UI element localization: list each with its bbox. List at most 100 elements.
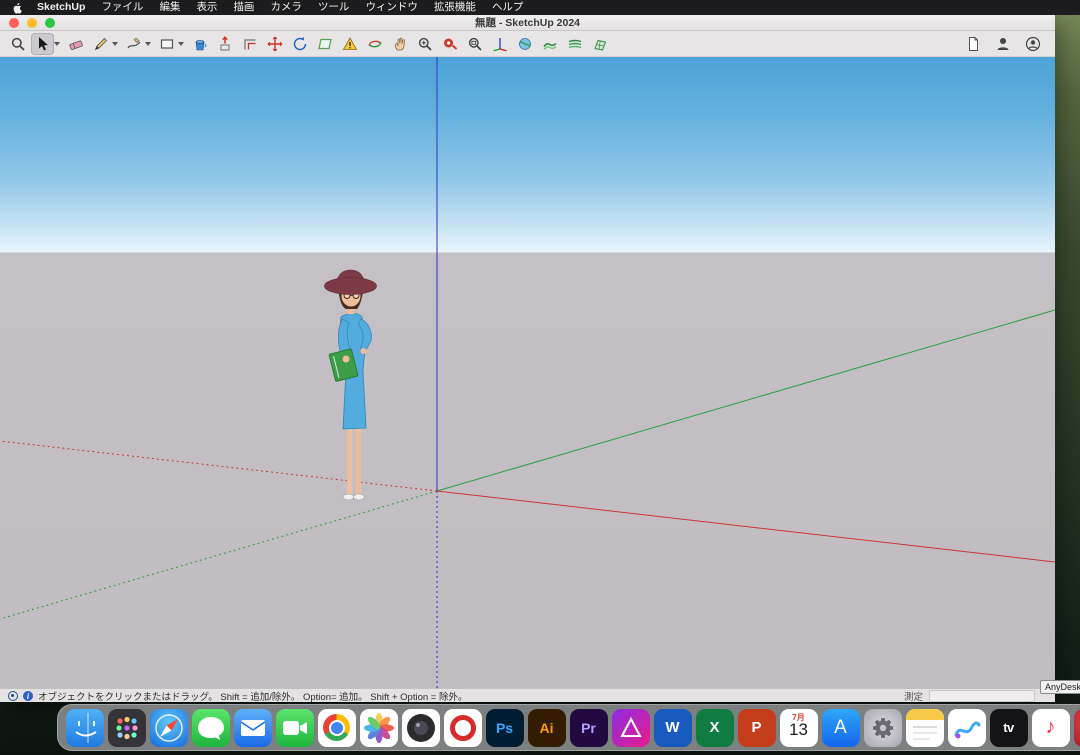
select-tool[interactable] xyxy=(31,33,54,55)
dock-item-illustrator[interactable]: Ai xyxy=(526,707,567,748)
dock-item-calendar[interactable]: 7月13 xyxy=(778,707,819,748)
illustrator-icon: Ai xyxy=(528,709,566,747)
dock-item-photos[interactable] xyxy=(358,707,399,748)
dock-item-red-app[interactable]: 1 xyxy=(1072,707,1080,748)
word-icon: W xyxy=(654,709,692,747)
viewport-3d[interactable] xyxy=(0,57,1055,688)
cursor-arrow-icon xyxy=(35,36,51,52)
dock-item-mail[interactable] xyxy=(232,707,273,748)
paint-bucket-tool[interactable] xyxy=(188,33,211,55)
dock-item-notes[interactable] xyxy=(904,707,945,748)
axes-icon xyxy=(492,36,508,52)
dock-item-photoshop[interactable]: Ps xyxy=(484,707,525,748)
measurement-area: 測定 xyxy=(904,689,1047,703)
dock-item-red-ring-app[interactable] xyxy=(442,707,483,748)
pencil-icon xyxy=(93,36,109,52)
powerpoint-icon: P xyxy=(738,709,776,747)
chevron-down-icon[interactable] xyxy=(178,42,184,46)
dock-item-word[interactable]: W xyxy=(652,707,693,748)
person-component[interactable] xyxy=(316,265,394,505)
menu-item-camera[interactable]: カメラ xyxy=(270,0,302,15)
menu-item-tools[interactable]: ツール xyxy=(318,0,350,15)
apple-menu-icon[interactable] xyxy=(12,2,23,14)
dock-item-powerpoint[interactable]: P xyxy=(736,707,777,748)
dock-item-apple-tv[interactable]: tv xyxy=(988,707,1029,748)
account-button[interactable] xyxy=(1023,33,1043,55)
affinity-triangle-icon xyxy=(612,709,650,747)
paint-bucket-icon xyxy=(192,36,208,52)
geolocation-icon[interactable] xyxy=(8,691,18,701)
dock-item-chrome[interactable] xyxy=(316,707,357,748)
eraser-tool[interactable] xyxy=(64,33,87,55)
move-tool[interactable] xyxy=(263,33,286,55)
line-tool[interactable] xyxy=(89,33,112,55)
sandbox-scratch-tool[interactable] xyxy=(588,33,611,55)
orbit-tool[interactable] xyxy=(363,33,386,55)
zoom-window-tool[interactable] xyxy=(463,33,486,55)
add-location-tool[interactable] xyxy=(513,33,536,55)
menu-item-edit[interactable]: 編集 xyxy=(159,0,180,15)
dock-item-app-store[interactable]: A xyxy=(820,707,861,748)
zoom-button[interactable] xyxy=(45,18,55,28)
rotate-tool[interactable] xyxy=(288,33,311,55)
window-titlebar[interactable]: 無題 - SketchUp 2024 xyxy=(0,15,1055,31)
menu-item-draw[interactable]: 描画 xyxy=(233,0,254,15)
dock-item-camera-utility[interactable] xyxy=(400,707,441,748)
dock-item-facetime[interactable] xyxy=(274,707,315,748)
drawing-axes xyxy=(0,57,1055,688)
dock-item-settings[interactable] xyxy=(862,707,903,748)
safari-compass-icon xyxy=(150,709,188,747)
warning-tool[interactable] xyxy=(338,33,361,55)
menu-item-view[interactable]: 表示 xyxy=(196,0,217,15)
shapes-tool[interactable] xyxy=(155,33,178,55)
tape-measure-tool[interactable] xyxy=(438,33,461,55)
notes-icon xyxy=(906,709,944,747)
axes-tool[interactable] xyxy=(488,33,511,55)
menu-item-file[interactable]: ファイル xyxy=(101,0,143,15)
dock-item-excel[interactable]: X xyxy=(694,707,735,748)
select-tool-group xyxy=(31,33,62,55)
menu-item-extensions[interactable]: 拡張機能 xyxy=(434,0,476,15)
pan-tool[interactable] xyxy=(388,33,411,55)
dock-item-premiere[interactable]: Pr xyxy=(568,707,609,748)
push-pull-tool[interactable] xyxy=(213,33,236,55)
zoom-tool[interactable] xyxy=(413,33,436,55)
sign-in-button[interactable] xyxy=(993,33,1013,55)
dock-item-launchpad[interactable] xyxy=(106,707,147,748)
dock-item-finder[interactable] xyxy=(64,707,105,748)
sandbox-smoove-tool[interactable] xyxy=(538,33,561,55)
sandbox-contours-tool[interactable] xyxy=(563,33,586,55)
photoshop-icon: Ps xyxy=(486,709,524,747)
new-document-button[interactable] xyxy=(963,33,983,55)
document-icon xyxy=(965,36,981,52)
account-circle-icon xyxy=(1025,36,1041,52)
red-app-icon xyxy=(1074,709,1080,747)
red-ring-icon xyxy=(444,709,482,747)
minimize-button[interactable] xyxy=(27,18,37,28)
desktop: { "menu_bar": { "apple_icon": "apple-log… xyxy=(0,0,1080,755)
chevron-down-icon[interactable] xyxy=(54,42,60,46)
freehand-icon xyxy=(126,36,142,52)
close-button[interactable] xyxy=(9,18,19,28)
main-toolbar xyxy=(0,31,1055,57)
help-info-icon[interactable] xyxy=(23,691,33,701)
tape-measure-icon xyxy=(442,36,458,52)
chevron-down-icon[interactable] xyxy=(145,42,151,46)
menu-item-window[interactable]: ウィンドウ xyxy=(365,0,418,15)
section-plane-tool[interactable] xyxy=(313,33,336,55)
measurement-input[interactable] xyxy=(929,690,1035,702)
dock-item-safari[interactable] xyxy=(148,707,189,748)
menu-item-sketchup[interactable]: SketchUp xyxy=(37,0,85,15)
search-tool[interactable] xyxy=(6,33,29,55)
dock-item-freeform[interactable] xyxy=(946,707,987,748)
offset-tool[interactable] xyxy=(238,33,261,55)
freeform-squiggle-icon xyxy=(948,709,986,747)
person-icon xyxy=(995,36,1011,52)
premiere-icon: Pr xyxy=(570,709,608,747)
dock-item-music[interactable]: ♪ xyxy=(1030,707,1071,748)
dock-item-messages[interactable] xyxy=(190,707,231,748)
menu-item-help[interactable]: ヘルプ xyxy=(492,0,524,15)
dock-item-affinity[interactable] xyxy=(610,707,651,748)
freehand-tool[interactable] xyxy=(122,33,145,55)
chevron-down-icon[interactable] xyxy=(112,42,118,46)
